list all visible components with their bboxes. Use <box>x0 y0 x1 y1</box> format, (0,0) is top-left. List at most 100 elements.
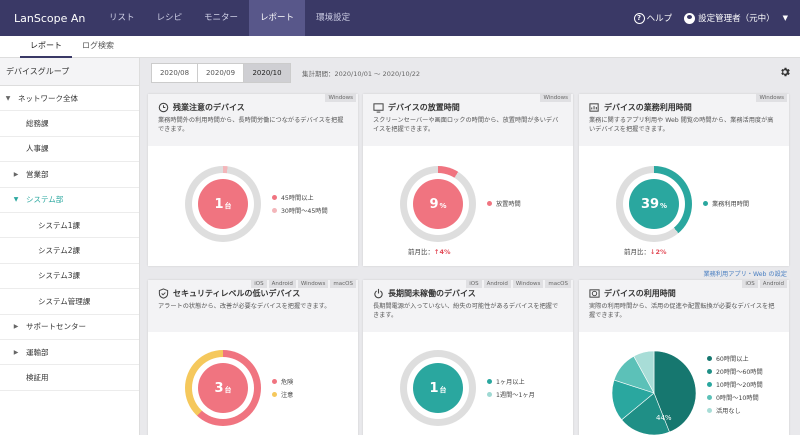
os-tag: Windows <box>297 280 329 288</box>
top-right-area: ? ヘルプ 設定管理者（元中） ▼ <box>633 0 788 36</box>
period-tab[interactable]: 2020/09 <box>198 64 244 82</box>
report-card[interactable]: iOS Android Windows macOS 長期間未稼働のデバイス 長期間電源が入… <box>363 280 573 435</box>
user-menu[interactable]: 設定管理者（元中） ▼ <box>684 12 788 24</box>
legend-label: 0時間～10時間 <box>716 395 759 402</box>
donut-unit: 台 <box>224 202 232 210</box>
legend-label: 1ヶ月以上 <box>496 379 525 386</box>
legend: 放置時間 <box>487 197 521 210</box>
help-label: ヘルプ <box>646 14 673 24</box>
chevron-right-icon: ▶ <box>13 323 19 331</box>
card-header: Windows 残業注意のデバイス 業務時間外の利用時間から、長時間労働につながるデ… <box>148 94 358 146</box>
legend-label: 30時間～45時間 <box>281 208 328 215</box>
nav-item-2[interactable]: モニター <box>193 0 249 36</box>
legend-label: 60時間以上 <box>716 356 749 363</box>
legend-item: 0時間～10時間 <box>707 391 763 404</box>
clock-icon <box>158 102 169 113</box>
card-description: 業務に関するアプリ利用や Web 閲覧の時間から、業務活用度が高いデバイスを把握… <box>589 117 774 133</box>
sidebar-item[interactable]: システム管理課 <box>0 289 139 315</box>
help-link[interactable]: ? ヘルプ <box>633 12 673 24</box>
nav-item-3[interactable]: レポート <box>249 0 306 36</box>
report-card[interactable]: iOS Android Windows macOS セキュリティレベルの低いデバイス アラ… <box>148 280 358 435</box>
donut-unit: 台 <box>224 386 232 394</box>
card-description: スクリーンセーバーや画面ロックの時間から、放置時間が多いデバイスを把握できます。 <box>373 117 559 133</box>
os-tag: iOS <box>742 280 758 288</box>
card-title-text: 残業注意のデバイス <box>173 103 245 112</box>
sidebar-item[interactable]: ▶ 運輸部 <box>0 340 139 366</box>
legend-dot <box>272 195 277 200</box>
legend-label: 10時間～20時間 <box>716 382 763 389</box>
sidebar-item-label: サポートセンター <box>26 322 86 332</box>
report-card[interactable]: Windows デバイスの業務利用時間 業務に関するアプリ利用や Web 閲覧の時間… <box>579 94 789 278</box>
nav-item-1[interactable]: レシピ <box>146 0 194 36</box>
chevron-down-icon: ▼ <box>5 94 11 102</box>
report-main: 2020/08 2020/09 2020/10 集計期間：2020/10/01 ～ … <box>140 58 800 435</box>
card-description: アラートの状態から、改善が必要なデバイスを把握できます。 <box>158 303 331 310</box>
sidebar-item[interactable]: システム2課 <box>0 238 139 264</box>
sidebar-item[interactable]: 検証用 <box>0 365 139 391</box>
donut-chart: 39% <box>616 166 692 242</box>
business-usage-settings-link[interactable]: 業務利用アプリ・Web の設定 <box>703 269 787 278</box>
legend-item: 20時間～60時間 <box>707 365 763 378</box>
legend-dot <box>707 408 712 413</box>
compare-label: 前月比： <box>624 248 650 256</box>
legend-dot <box>707 369 712 374</box>
pie-icon <box>589 289 600 298</box>
app-brand[interactable]: LanScope An <box>0 12 98 25</box>
sidebar-header: デバイスグループ <box>0 58 139 86</box>
tab-0[interactable]: レポート <box>20 36 72 58</box>
donut-number: 39 <box>640 196 660 212</box>
legend-dot <box>487 379 492 384</box>
legend-dot <box>272 379 277 384</box>
pie-label: 44% <box>656 414 672 422</box>
monitor-icon <box>373 103 384 113</box>
report-card[interactable]: Windows デバイスの放置時間 スクリーンセーバーや画面ロックの時間から、放置時… <box>363 94 573 266</box>
card-header: Windows デバイスの業務利用時間 業務に関するアプリ利用や Web 閲覧の時間… <box>579 94 789 146</box>
card-header: iOS Android Windows macOS 長期間未稼働のデバイス 長期間電源が入… <box>363 280 573 332</box>
nav-item-0[interactable]: リスト <box>98 0 146 36</box>
sidebar-item-label: システム管理課 <box>38 296 91 306</box>
card-title-text: 長期間未稼働のデバイス <box>388 289 476 298</box>
sidebar-item-label: 営業部 <box>26 169 49 179</box>
os-tag: Android <box>759 280 787 288</box>
legend-dot <box>707 395 712 400</box>
legend-item: 45時間以上 <box>272 191 328 204</box>
donut-number: 3 <box>214 380 224 396</box>
tab-1[interactable]: ログ検索 <box>72 36 124 58</box>
user-label: 設定管理者（元中） <box>698 14 775 24</box>
card-title: 長期間未稼働のデバイス <box>373 288 563 299</box>
sidebar-item[interactable]: ▼ ネットワーク全体 <box>0 86 139 112</box>
sidebar-item[interactable]: 総務課 <box>0 111 139 137</box>
os-tag: iOS <box>466 280 482 288</box>
sidebar-item-label: システム1課 <box>38 220 81 230</box>
legend-dot <box>707 356 712 361</box>
report-card[interactable]: Windows 残業注意のデバイス 業務時間外の利用時間から、長時間労働につながるデ… <box>148 94 358 266</box>
gear-icon[interactable] <box>779 66 791 78</box>
card-title-text: デバイスの放置時間 <box>388 103 460 112</box>
os-tag: Windows <box>512 280 544 288</box>
sidebar-item[interactable]: 人事課 <box>0 137 139 163</box>
legend-dot <box>707 382 712 387</box>
sidebar-item[interactable]: システム1課 <box>0 213 139 239</box>
legend-dot <box>487 392 492 397</box>
nav-item-4[interactable]: 環境設定 <box>305 0 361 36</box>
card-title: セキュリティレベルの低いデバイス <box>158 288 348 299</box>
sidebar-item[interactable]: ▶ 営業部 <box>0 162 139 188</box>
legend-item: 1ヶ月以上 <box>487 375 535 388</box>
report-card[interactable]: iOS Android デバイスの利用時間 実際の利用時間から、活用の促進や配置転換が… <box>579 280 789 435</box>
month-compare: 前月比：↓2% <box>624 246 666 256</box>
sidebar-item[interactable]: システム3課 <box>0 264 139 290</box>
card-title-text: セキュリティレベルの低いデバイス <box>173 289 301 298</box>
compare-value: ↓2% <box>650 248 667 256</box>
period-tab[interactable]: 2020/08 <box>152 64 198 82</box>
legend-dot <box>703 201 708 206</box>
help-icon: ? <box>633 12 645 24</box>
sidebar-item[interactable]: ▼ システム部 <box>0 188 139 213</box>
chevron-right-icon: ▶ <box>13 348 19 356</box>
compare-label: 前月比： <box>408 248 434 256</box>
legend-label: 注意 <box>281 392 294 399</box>
sidebar-item[interactable]: ▶ サポートセンター <box>0 315 139 340</box>
device-group-tree: ▼ ネットワーク全体 総務課 人事課 ▶ 営業部 ▼ システム部 システム1課 システム2課 システ… <box>0 86 139 391</box>
legend-item: 10時間～20時間 <box>707 378 763 391</box>
month-compare: 前月比：↑4% <box>408 246 450 256</box>
period-tab[interactable]: 2020/10 <box>244 64 290 82</box>
